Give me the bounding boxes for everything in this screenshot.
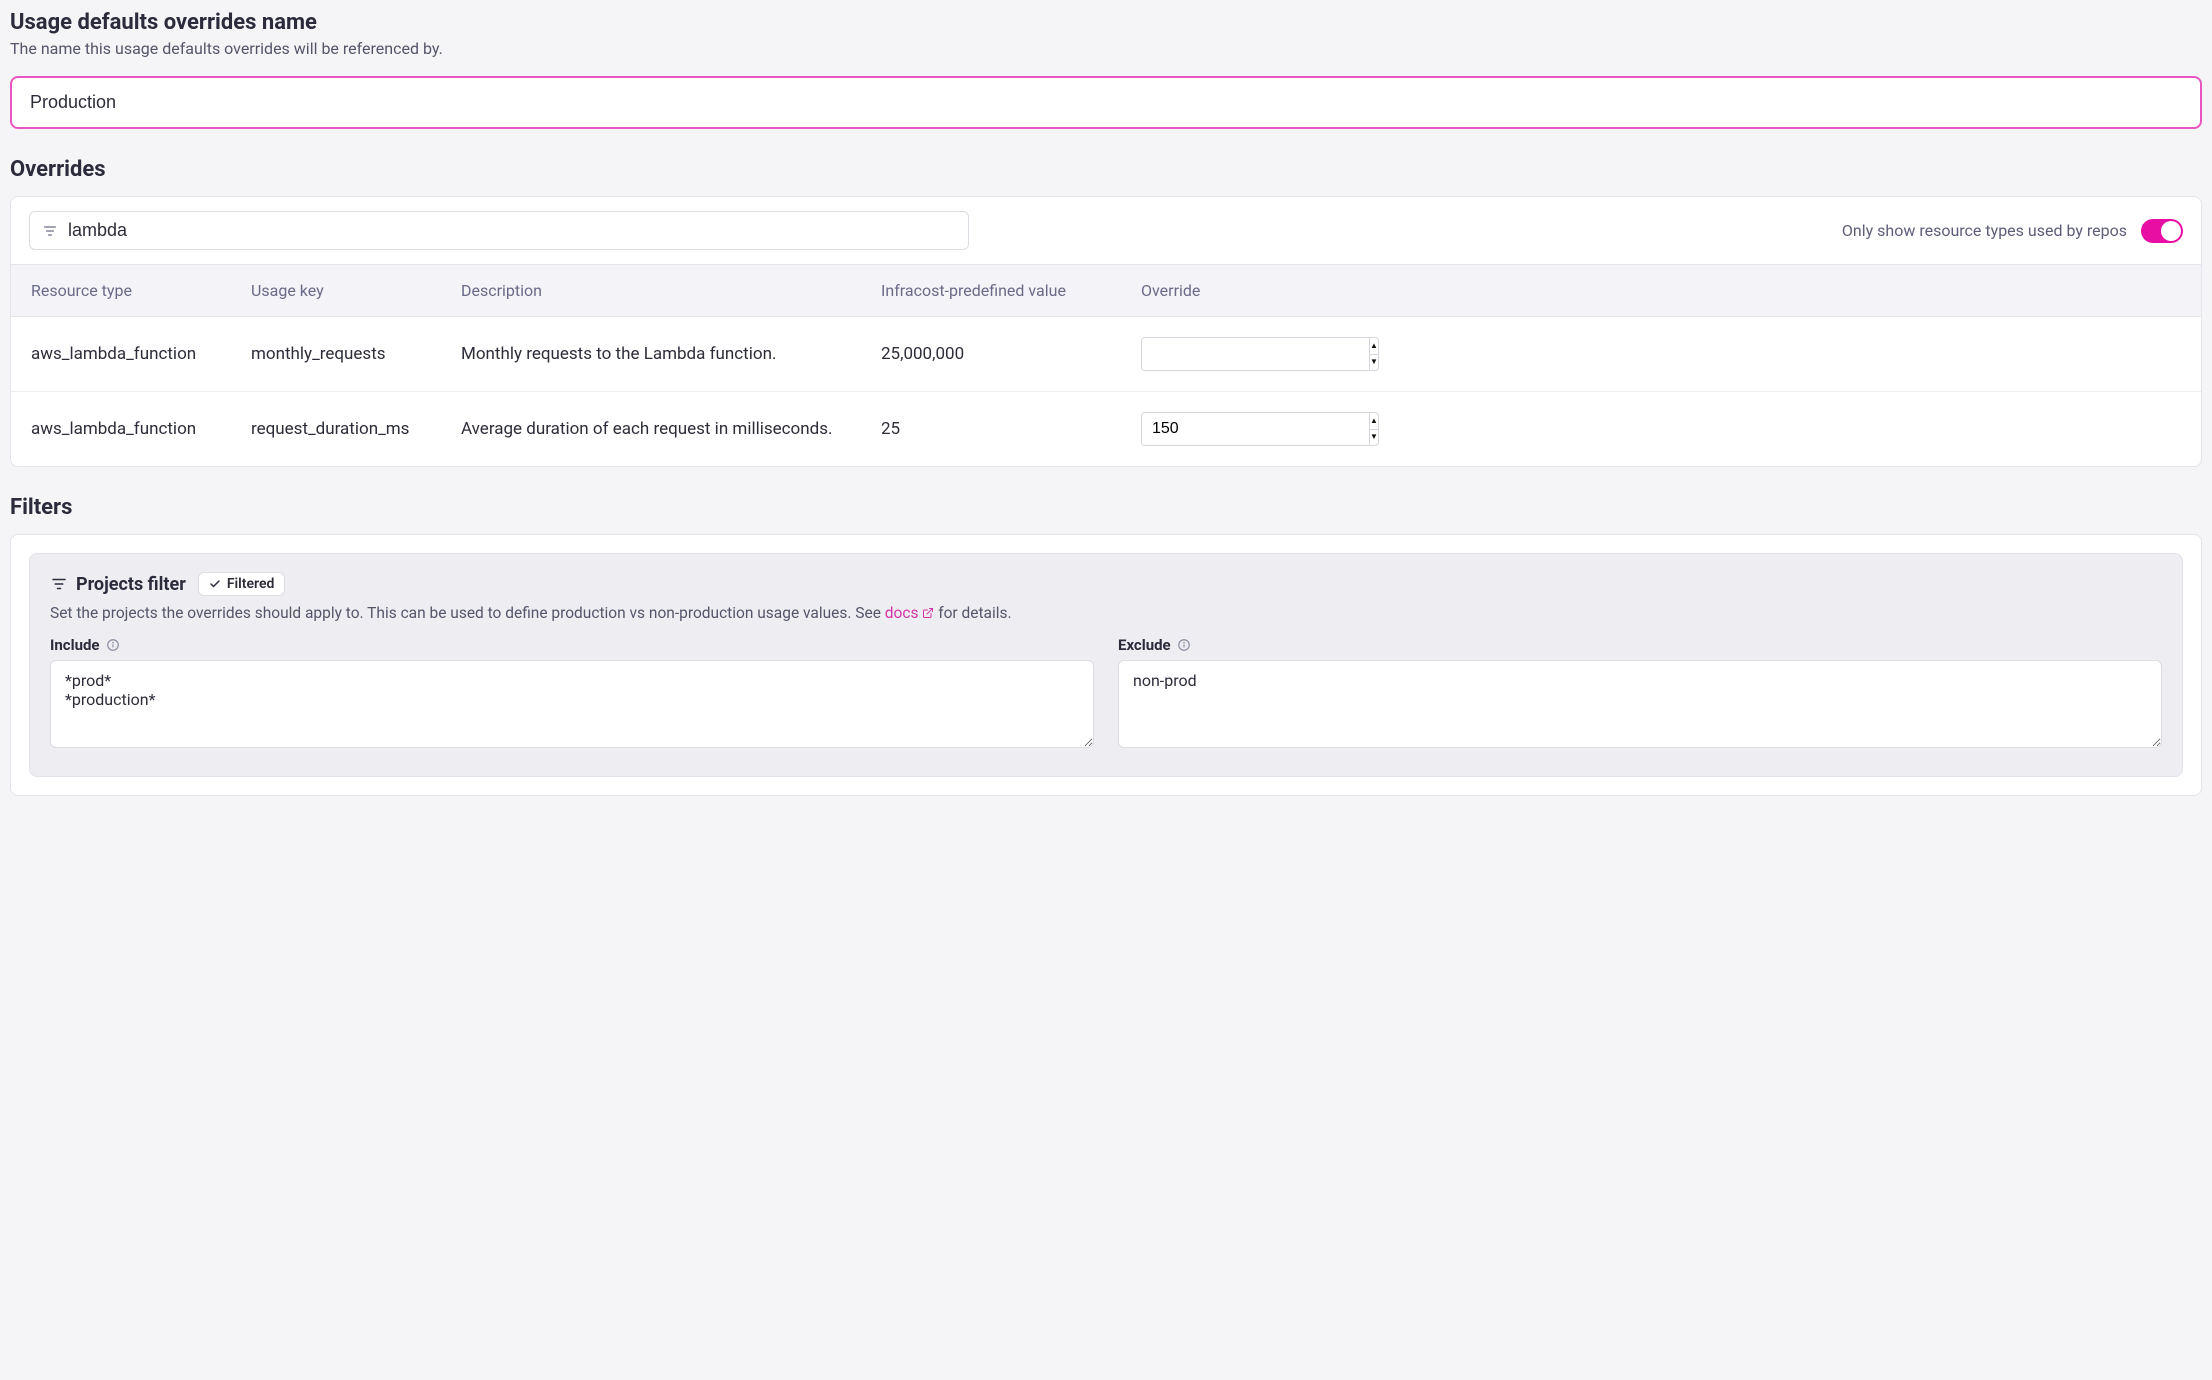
- filters-title: Filters: [10, 495, 2202, 520]
- spinner-up-icon[interactable]: ▲: [1370, 413, 1378, 430]
- projects-filter-title: Projects filter: [50, 574, 186, 595]
- col-description: Description: [461, 281, 881, 300]
- cell-resource-type: aws_lambda_function: [31, 344, 251, 364]
- toggle-group: Only show resource types used by repos: [1842, 219, 2183, 243]
- override-input-wrap: ▲ ▼: [1141, 337, 1379, 371]
- cell-usage-key: request_duration_ms: [251, 419, 461, 439]
- table-row: aws_lambda_function monthly_requests Mon…: [11, 317, 2201, 392]
- pf-desc-post: for details.: [934, 604, 1011, 622]
- info-icon[interactable]: [106, 638, 120, 652]
- table-row: aws_lambda_function request_duration_ms …: [11, 392, 2201, 466]
- include-column: Include: [50, 636, 1094, 752]
- cell-override: ▲ ▼: [1141, 412, 2181, 446]
- only-used-repos-toggle[interactable]: [2141, 219, 2183, 243]
- spinner-down-icon[interactable]: ▼: [1370, 355, 1378, 371]
- name-subtitle: The name this usage defaults overrides w…: [10, 39, 2202, 58]
- number-spinners: ▲ ▼: [1369, 338, 1378, 370]
- overrides-filter-box[interactable]: [29, 211, 969, 250]
- external-link-icon: [922, 604, 934, 622]
- filtered-badge: Filtered: [198, 572, 286, 596]
- cell-description: Monthly requests to the Lambda function.: [461, 344, 881, 364]
- overrides-toolbar: Only show resource types used by repos: [11, 197, 2201, 264]
- overrides-filter-input[interactable]: [68, 220, 956, 241]
- spinner-down-icon[interactable]: ▼: [1370, 430, 1378, 446]
- docs-link[interactable]: docs: [885, 604, 935, 622]
- number-spinners: ▲ ▼: [1369, 413, 1378, 445]
- col-usage-key: Usage key: [251, 281, 461, 300]
- cell-resource-type: aws_lambda_function: [31, 419, 251, 439]
- cell-override: ▲ ▼: [1141, 337, 2181, 371]
- exclude-column: Exclude: [1118, 636, 2162, 752]
- cell-predefined: 25,000,000: [881, 344, 1141, 364]
- filter-icon: [42, 223, 58, 239]
- include-label: Include: [50, 636, 1094, 654]
- col-override: Override: [1141, 281, 2181, 300]
- name-title: Usage defaults overrides name: [10, 10, 2202, 35]
- toggle-label: Only show resource types used by repos: [1842, 221, 2127, 240]
- cell-predefined: 25: [881, 419, 1141, 439]
- filter-icon: [50, 575, 68, 593]
- overrides-panel: Only show resource types used by repos R…: [10, 196, 2202, 467]
- cell-description: Average duration of each request in mill…: [461, 419, 881, 439]
- exclude-label: Exclude: [1118, 636, 2162, 654]
- exclude-textarea[interactable]: [1118, 660, 2162, 748]
- filters-section: Filters Projects filter Filtered Set: [10, 495, 2202, 796]
- col-predefined: Infracost-predefined value: [881, 281, 1141, 300]
- projects-filter-box: Projects filter Filtered Set the project…: [29, 553, 2183, 777]
- overrides-title: Overrides: [10, 157, 2202, 182]
- override-name-input[interactable]: [10, 76, 2202, 129]
- spinner-up-icon[interactable]: ▲: [1370, 338, 1378, 355]
- include-exclude-grid: Include Exclude: [50, 636, 2162, 752]
- pf-desc-pre: Set the projects the overrides should ap…: [50, 604, 885, 622]
- col-resource-type: Resource type: [31, 281, 251, 300]
- info-icon[interactable]: [1177, 638, 1191, 652]
- name-section: Usage defaults overrides name The name t…: [10, 10, 2202, 129]
- include-textarea[interactable]: [50, 660, 1094, 748]
- overrides-table-header: Resource type Usage key Description Infr…: [11, 264, 2201, 317]
- projects-filter-header: Projects filter Filtered: [50, 572, 2162, 596]
- projects-filter-title-text: Projects filter: [76, 574, 186, 595]
- override-input[interactable]: [1142, 413, 1369, 445]
- overrides-section: Overrides Only show resource types used …: [10, 157, 2202, 467]
- projects-filter-description: Set the projects the overrides should ap…: [50, 604, 2162, 622]
- check-icon: [209, 578, 221, 590]
- override-input[interactable]: [1142, 338, 1369, 370]
- cell-usage-key: monthly_requests: [251, 344, 461, 364]
- filters-card: Projects filter Filtered Set the project…: [10, 534, 2202, 796]
- override-input-wrap: ▲ ▼: [1141, 412, 1379, 446]
- filtered-badge-text: Filtered: [227, 576, 275, 592]
